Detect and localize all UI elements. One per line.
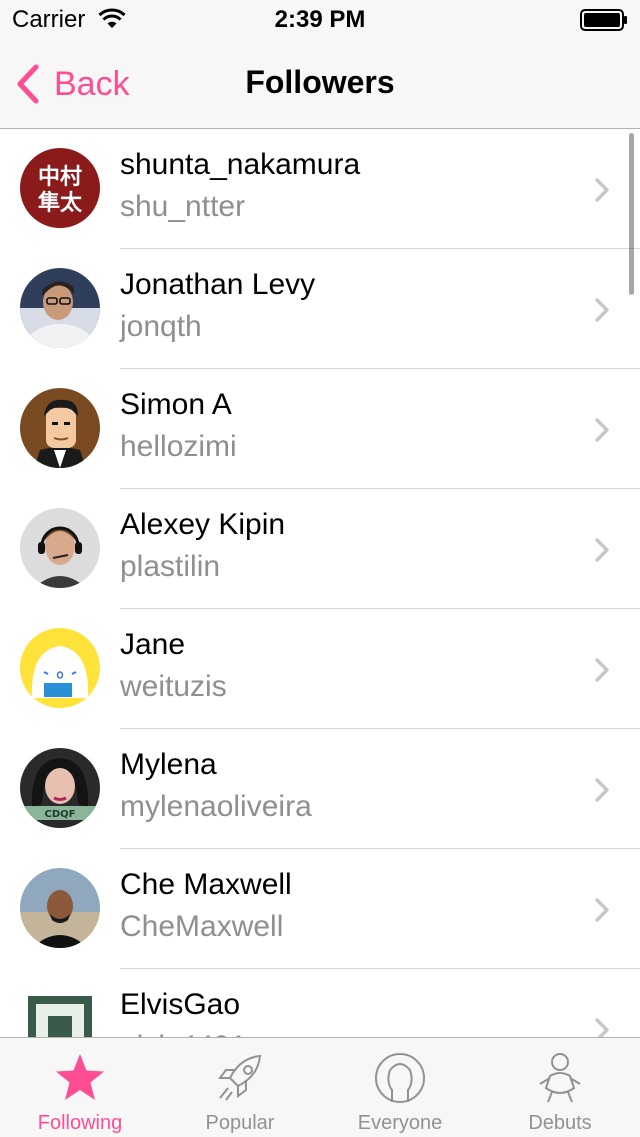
status-bar: Carrier 2:39 PM <box>0 0 640 40</box>
status-time: 2:39 PM <box>274 6 366 33</box>
list-item[interactable]: Che Maxwell CheMaxwell <box>0 849 640 969</box>
avatar <box>20 388 100 468</box>
star-icon <box>56 1054 104 1100</box>
avatar: 中村 隼太 <box>20 148 100 228</box>
chevron-right-icon <box>595 778 609 802</box>
list-item[interactable]: 中村 隼太 shunta_nakamura shu_ntter <box>0 129 640 249</box>
rocket-icon <box>218 1054 262 1101</box>
avatar-text: CDQF <box>45 809 76 820</box>
tab-label: Debuts <box>528 1112 592 1134</box>
follower-name: shunta_nakamura <box>120 148 361 181</box>
page-title: Followers <box>245 64 395 100</box>
avatar <box>20 508 100 588</box>
follower-name: Jonathan Levy <box>120 268 316 301</box>
avatar <box>20 268 100 348</box>
chevron-right-icon <box>595 298 609 322</box>
follower-handle: elvis4491 <box>120 1030 247 1037</box>
follower-handle: jonqth <box>120 310 202 343</box>
navigation-bar: Back Followers <box>0 40 640 129</box>
scroll-indicator[interactable] <box>629 133 634 295</box>
chevron-right-icon <box>595 658 609 682</box>
tab-everyone[interactable]: Everyone <box>320 1038 480 1137</box>
avatar <box>20 628 100 708</box>
list-item[interactable]: CDQF Mylena mylenaoliveira <box>0 729 640 849</box>
follower-handle: mylenaoliveira <box>120 790 312 823</box>
follower-handle: shu_ntter <box>120 190 246 223</box>
baby-icon <box>539 1053 581 1103</box>
follower-name: ElvisGao <box>120 988 241 1021</box>
person-icon <box>375 1053 425 1103</box>
follower-name: Alexey Kipin <box>120 508 286 541</box>
tab-debuts[interactable]: Debuts <box>480 1038 640 1137</box>
follower-name: Mylena <box>120 748 217 781</box>
tab-bar: Following Popular Everyone Debuts <box>0 1037 640 1137</box>
follower-handle: plastilin <box>120 550 221 583</box>
follower-handle: weituzis <box>120 670 227 703</box>
follower-name: Che Maxwell <box>120 868 292 901</box>
follower-name: Simon A <box>120 388 232 421</box>
tab-following[interactable]: Following <box>0 1038 160 1137</box>
list-item[interactable]: Jane weituzis <box>0 609 640 729</box>
avatar <box>20 868 100 948</box>
follower-handle: CheMaxwell <box>120 910 284 943</box>
chevron-right-icon <box>595 178 609 202</box>
list-item[interactable]: Jonathan Levy jonqth <box>0 249 640 369</box>
battery-icon <box>580 9 627 31</box>
chevron-right-icon <box>595 898 609 922</box>
tab-label: Everyone <box>357 1112 443 1134</box>
follower-name: Jane <box>120 628 186 661</box>
list-item[interactable]: Simon A hellozimi <box>0 369 640 489</box>
tab-label: Popular <box>205 1112 275 1134</box>
tab-popular[interactable]: Popular <box>160 1038 320 1137</box>
list-item[interactable]: ElvisGao elvis4491 <box>0 969 640 1037</box>
svg-text:隼太: 隼太 <box>38 190 83 216</box>
chevron-right-icon <box>595 1018 609 1037</box>
chevron-right-icon <box>595 418 609 442</box>
avatar: CDQF <box>20 748 100 828</box>
tab-label: Following <box>37 1112 123 1134</box>
list-item[interactable]: Alexey Kipin plastilin <box>0 489 640 609</box>
avatar-text: 中村 <box>38 165 82 190</box>
follower-handle: hellozimi <box>120 430 237 463</box>
chevron-right-icon <box>595 538 609 562</box>
avatar <box>20 988 100 1037</box>
followers-list[interactable]: 中村 隼太 shunta_nakamura shu_ntter Jonathan… <box>0 129 640 1037</box>
